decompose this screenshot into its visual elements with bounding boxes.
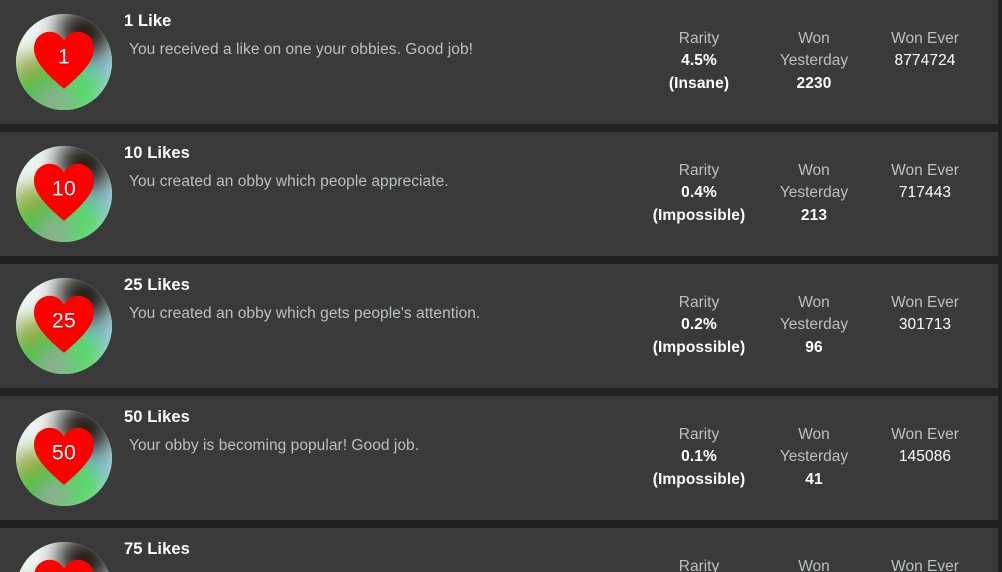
heart-number: 75 xyxy=(32,557,96,572)
stat-column-won-ever: Won Ever xyxy=(870,556,980,572)
stat-column-rarity: Rarity 0.1% (Impossible) xyxy=(640,424,758,491)
stat-column-rarity: Rarity 0.2% (Impossible) xyxy=(640,292,758,359)
won-ever-value: 145086 xyxy=(899,446,951,468)
won-yesterday-label-line2: Yesterday xyxy=(780,446,848,468)
won-ever-label: Won Ever xyxy=(891,160,959,182)
rarity-label: Rarity xyxy=(679,556,719,572)
badge-title: 75 Likes xyxy=(124,540,190,559)
badge-card-inner: 75 75 Likes Rarity Won Yesterday Won Eve… xyxy=(0,528,998,572)
badge-title: 25 Likes xyxy=(124,276,190,295)
badge-card-3[interactable]: 50 50 Likes Your obby is becoming popula… xyxy=(0,396,998,520)
won-yesterday-value: 96 xyxy=(805,337,822,359)
heart-icon: 10 xyxy=(32,161,96,225)
heart-number: 50 xyxy=(32,425,96,489)
won-yesterday-label-line2: Yesterday xyxy=(780,314,848,336)
stat-column-rarity: Rarity xyxy=(640,556,758,572)
heart-icon: 25 xyxy=(32,293,96,357)
badge-stats: Rarity Won Yesterday Won Ever xyxy=(640,556,980,572)
heart-number: 25 xyxy=(32,293,96,357)
badge-description: You created an obby which people appreci… xyxy=(129,173,449,191)
rarity-percent-value: 0.2% xyxy=(681,314,717,336)
stat-column-rarity: Rarity 0.4% (Impossible) xyxy=(640,160,758,227)
won-yesterday-value: 213 xyxy=(801,205,827,227)
badge-description: Your obby is becoming popular! Good job. xyxy=(129,437,419,455)
badge-card-2[interactable]: 25 25 Likes You created an obby which ge… xyxy=(0,264,998,388)
badge-card-inner: 50 50 Likes Your obby is becoming popula… xyxy=(0,396,998,520)
won-yesterday-value: 2230 xyxy=(797,73,832,95)
stat-column-won-ever: Won Ever 145086 xyxy=(870,424,980,469)
heart-icon: 50 xyxy=(32,425,96,489)
won-yesterday-label-line1: Won xyxy=(798,556,830,572)
rarity-percent-value: 0.4% xyxy=(681,182,717,204)
rarity-percent-value: 0.1% xyxy=(681,446,717,468)
won-ever-label: Won Ever xyxy=(891,556,959,572)
heart-number: 10 xyxy=(32,161,96,225)
badge-card-inner: 25 25 Likes You created an obby which ge… xyxy=(0,264,998,388)
won-yesterday-label-line2: Yesterday xyxy=(780,50,848,72)
avatar: 50 xyxy=(16,410,112,506)
badge-title: 10 Likes xyxy=(124,144,190,163)
badge-description: You created an obby which gets people's … xyxy=(129,305,480,323)
won-yesterday-label-line1: Won xyxy=(798,424,830,446)
stat-column-won-yesterday: Won Yesterday 96 xyxy=(758,292,870,359)
stat-column-won-yesterday: Won Yesterday 41 xyxy=(758,424,870,491)
rarity-percent-value: 4.5% xyxy=(681,50,717,72)
badge-list: 1 1 Like You received a like on one your… xyxy=(0,0,1002,572)
stat-column-won-ever: Won Ever 301713 xyxy=(870,292,980,337)
rarity-label: Rarity xyxy=(679,292,719,314)
rarity-tier-value: (Insane) xyxy=(669,73,729,95)
won-ever-value: 717443 xyxy=(899,182,951,204)
won-yesterday-label-line1: Won xyxy=(798,160,830,182)
badge-card-0[interactable]: 1 1 Like You received a like on one your… xyxy=(0,0,998,124)
badge-card-1[interactable]: 10 10 Likes You created an obby which pe… xyxy=(0,132,998,256)
stat-column-won-yesterday: Won Yesterday 213 xyxy=(758,160,870,227)
avatar: 1 xyxy=(16,14,112,110)
won-yesterday-label-line1: Won xyxy=(798,292,830,314)
badge-title: 1 Like xyxy=(124,12,171,31)
badge-stats: Rarity 0.2% (Impossible) Won Yesterday 9… xyxy=(640,292,980,359)
won-yesterday-value: 41 xyxy=(805,469,822,491)
avatar: 75 xyxy=(16,542,112,572)
won-ever-value: 8774724 xyxy=(894,50,955,72)
stat-column-won-ever: Won Ever 717443 xyxy=(870,160,980,205)
won-yesterday-label-line2: Yesterday xyxy=(780,182,848,204)
stat-column-won-ever: Won Ever 8774724 xyxy=(870,28,980,73)
badge-stats: Rarity 0.1% (Impossible) Won Yesterday 4… xyxy=(640,424,980,491)
badge-stats: Rarity 0.4% (Impossible) Won Yesterday 2… xyxy=(640,160,980,227)
badge-card-4[interactable]: 75 75 Likes Rarity Won Yesterday Won Eve… xyxy=(0,528,998,572)
won-ever-label: Won Ever xyxy=(891,28,959,50)
avatar: 10 xyxy=(16,146,112,242)
stat-column-rarity: Rarity 4.5% (Insane) xyxy=(640,28,758,95)
won-ever-label: Won Ever xyxy=(891,424,959,446)
rarity-tier-value: (Impossible) xyxy=(653,205,746,227)
stat-column-won-yesterday: Won Yesterday 2230 xyxy=(758,28,870,95)
heart-number: 1 xyxy=(32,29,96,93)
rarity-label: Rarity xyxy=(679,424,719,446)
rarity-tier-value: (Impossible) xyxy=(653,337,746,359)
avatar: 25 xyxy=(16,278,112,374)
heart-icon: 1 xyxy=(32,29,96,93)
won-ever-label: Won Ever xyxy=(891,292,959,314)
heart-icon: 75 xyxy=(32,557,96,572)
rarity-label: Rarity xyxy=(679,28,719,50)
badge-card-inner: 10 10 Likes You created an obby which pe… xyxy=(0,132,998,256)
badge-stats: Rarity 4.5% (Insane) Won Yesterday 2230 … xyxy=(640,28,980,95)
won-ever-value: 301713 xyxy=(899,314,951,336)
badge-card-inner: 1 1 Like You received a like on one your… xyxy=(0,0,998,124)
stat-column-won-yesterday: Won Yesterday xyxy=(758,556,870,572)
rarity-tier-value: (Impossible) xyxy=(653,469,746,491)
won-yesterday-label-line1: Won xyxy=(798,28,830,50)
badge-title: 50 Likes xyxy=(124,408,190,427)
rarity-label: Rarity xyxy=(679,160,719,182)
badge-description: You received a like on one your obbies. … xyxy=(129,41,473,59)
